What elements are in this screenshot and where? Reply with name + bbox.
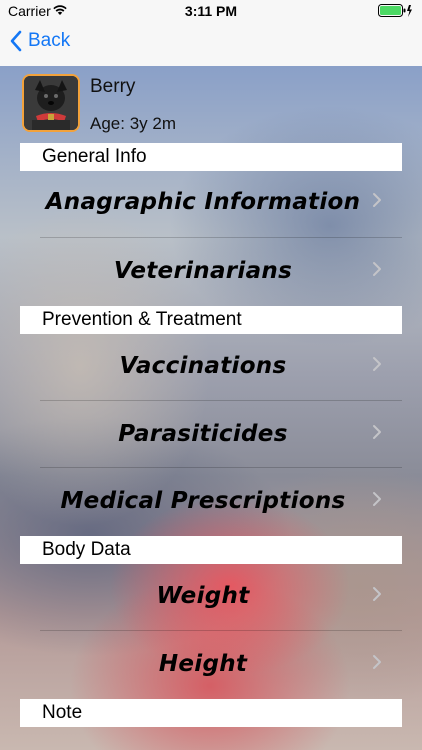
section-header-general: General Info — [20, 143, 402, 171]
chevron-right-icon — [372, 192, 382, 213]
row-vaccinations[interactable]: Vaccinations — [40, 332, 402, 399]
row-label: Height — [158, 650, 248, 677]
row-label: Anagraphic Information — [45, 188, 361, 215]
back-label: Back — [28, 30, 71, 51]
pet-age: Age: 3y 2m — [90, 114, 176, 133]
row-parasiticides[interactable]: Parasiticides — [40, 400, 402, 467]
section-header-prevention: Prevention & Treatment — [20, 306, 402, 334]
status-bar: Carrier 3:11 PM — [0, 0, 422, 22]
pet-detail-list[interactable]: Berry Age: 3y 2m General Info Anagraphic… — [0, 66, 422, 750]
row-label: Weight — [156, 582, 250, 609]
chevron-right-icon — [372, 261, 382, 282]
row-anagraphic-information[interactable]: Anagraphic Information — [40, 168, 402, 235]
chevron-right-icon — [372, 424, 382, 445]
navigation-bar: Back — [0, 22, 422, 67]
row-label: Veterinarians — [113, 257, 293, 284]
row-label: Parasiticides — [118, 420, 288, 447]
chevron-right-icon — [372, 586, 382, 607]
chevron-right-icon — [372, 356, 382, 377]
chevron-right-icon — [372, 654, 382, 675]
pet-avatar — [22, 74, 80, 132]
pet-name: Berry — [90, 76, 136, 97]
pet-profile: Berry Age: 3y 2m — [20, 74, 410, 138]
row-label: Medical Prescriptions — [60, 487, 346, 514]
back-button[interactable]: Back — [10, 30, 70, 52]
chevron-right-icon — [372, 491, 382, 512]
row-veterinarians[interactable]: Veterinarians — [40, 237, 402, 304]
row-medical-prescriptions[interactable]: Medical Prescriptions — [40, 467, 402, 534]
row-label: Vaccinations — [119, 352, 287, 379]
clock: 3:11 PM — [184, 3, 238, 19]
row-height[interactable]: Height — [40, 630, 402, 697]
chevron-left-icon — [10, 30, 22, 52]
section-header-note: Note — [20, 699, 402, 727]
row-weight[interactable]: Weight — [40, 562, 402, 629]
battery-icon — [378, 4, 414, 23]
section-header-body: Body Data — [20, 536, 402, 564]
